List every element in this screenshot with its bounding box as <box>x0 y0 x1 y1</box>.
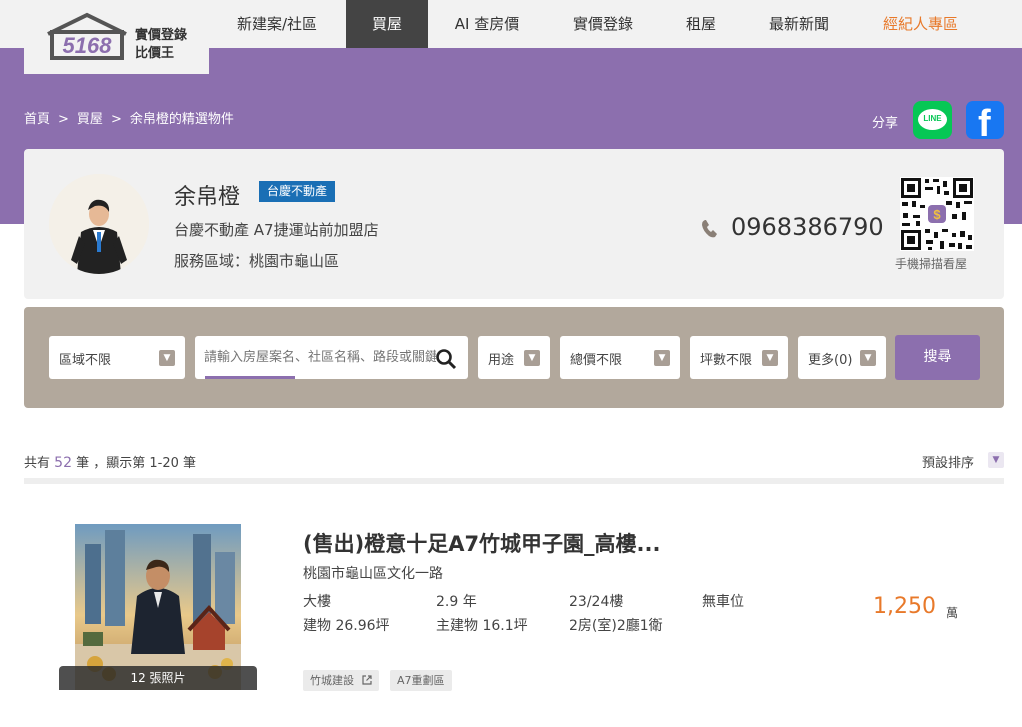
facebook-icon: f <box>978 103 991 139</box>
chevron-down-icon: ▼ <box>654 350 670 366</box>
nav-actual-price[interactable]: 實價登錄 <box>563 0 643 48</box>
listing-parking: 無車位 <box>702 594 744 610</box>
keyword-search-box <box>195 336 468 379</box>
listing-tag-builder-label: 竹城建設 <box>310 674 354 687</box>
sort-select[interactable]: 預設排序 <box>922 452 974 471</box>
search-button[interactable]: 搜尋 <box>895 335 980 380</box>
agent-phone[interactable]: 0968386790 <box>731 213 884 241</box>
agent-service-area: 服務區域：桃園市龜山區 <box>174 252 340 270</box>
listing-floor: 23/24樓 <box>569 594 624 610</box>
chevron-down-icon: ▼ <box>860 350 876 366</box>
listing-address: 桃園市龜山區文化一路 <box>303 566 443 582</box>
region-select[interactable]: 區域不限 ▼ <box>49 336 185 379</box>
listing-building-area: 建物 26.96坪 <box>303 618 390 634</box>
nav-rent[interactable]: 租屋 <box>677 0 725 48</box>
nav-buy[interactable]: 買屋 <box>346 0 428 48</box>
price-select[interactable]: 總價不限 ▼ <box>560 336 680 379</box>
nav-new-projects[interactable]: 新建案/社區 <box>220 0 334 48</box>
logo-number: 5168 <box>63 33 113 58</box>
chevron-down-icon: ▼ <box>159 350 175 366</box>
facebook-share-button[interactable]: f <box>966 101 1004 139</box>
price-select-label: 總價不限 <box>570 353 623 368</box>
line-icon-text: LINE <box>923 114 942 123</box>
listing-layout: 2房(室)2廳1衛 <box>569 618 663 634</box>
keyword-input[interactable] <box>204 347 436 367</box>
chevron-down-icon: ▼ <box>762 350 778 366</box>
search-icon[interactable] <box>435 348 457 370</box>
house-logo-icon: 5168 <box>47 12 127 60</box>
listing-main-area: 主建物 16.1坪 <box>436 618 528 634</box>
nav-news[interactable]: 最新新聞 <box>760 0 838 48</box>
logo-text-line1: 實價登錄 <box>135 28 188 43</box>
logo-text-line2: 比價王 <box>135 46 175 61</box>
chevron-down-icon: ▼ <box>524 350 540 366</box>
agent-card: 余帛橙 台慶不動產 台慶不動產 A7捷運站前加盟店 服務區域：桃園市龜山區 09… <box>24 149 1004 299</box>
qr-code-icon: $ <box>900 177 974 251</box>
listing-tag-district[interactable]: A7重劃區 <box>390 670 452 691</box>
svg-text:$: $ <box>933 207 941 222</box>
listing-title[interactable]: (售出)橙意十足A7竹城甲子園_高樓... <box>303 528 661 558</box>
agent-store: 台慶不動產 A7捷運站前加盟店 <box>174 221 379 239</box>
region-select-label: 區域不限 <box>59 353 112 368</box>
agent-photo-icon <box>49 174 149 274</box>
agent-name: 余帛橙 <box>174 185 241 210</box>
size-select[interactable]: 坪數不限 ▼ <box>690 336 788 379</box>
result-count-range: 筆 ，顯示第 1-20 筆 <box>76 456 197 471</box>
usage-select-label: 用途 <box>488 353 515 368</box>
breadcrumb-buy[interactable]: 買屋 <box>77 112 103 127</box>
keyword-underline <box>205 376 295 379</box>
nav-ai-price[interactable]: AI 查房價 <box>442 0 532 48</box>
line-share-button[interactable]: LINE <box>913 101 952 139</box>
listing-building-type: 大樓 <box>303 594 331 610</box>
listing-price: 1,250 <box>873 594 936 619</box>
breadcrumb-home[interactable]: 首頁 <box>24 112 50 127</box>
results-divider <box>24 478 1004 484</box>
phone-icon <box>702 220 717 238</box>
breadcrumb-current: 余帛橙的精選物件 <box>129 112 234 127</box>
size-select-label: 坪數不限 <box>700 353 753 368</box>
share-label: 分享 <box>872 116 899 131</box>
result-count-prefix: 共有 <box>24 456 51 471</box>
listing-tag-builder[interactable]: 竹城建設 <box>303 670 379 691</box>
nav-agent-zone[interactable]: 經紀人專區 <box>873 0 968 48</box>
usage-select[interactable]: 用途 ▼ <box>478 336 550 379</box>
listing-age: 2.9 年 <box>436 594 477 610</box>
result-count-total: 52 <box>54 455 72 471</box>
breadcrumb-separator: > <box>58 112 69 127</box>
site-logo[interactable]: 5168 實價登錄 比價王 <box>24 0 209 74</box>
photo-count: 12 張照片 <box>59 666 257 690</box>
agent-brand-badge: 台慶不動產 <box>259 181 336 202</box>
more-filters-select[interactable]: 更多(0) ▼ <box>798 336 886 379</box>
breadcrumb: 首頁 > 買屋 > 余帛橙的精選物件 <box>24 108 242 127</box>
more-filters-label: 更多(0) <box>808 353 853 368</box>
qr-caption: 手機掃描看屋 <box>895 257 968 271</box>
result-count: 共有 52 筆 ，顯示第 1-20 筆 <box>24 452 196 471</box>
agent-avatar <box>49 174 149 274</box>
chevron-down-icon[interactable]: ▼ <box>988 452 1004 468</box>
external-link-icon <box>361 675 372 685</box>
search-panel: 區域不限 ▼ 用途 ▼ 總價不限 ▼ 坪數不限 ▼ 更多(0) ▼ 搜尋 <box>24 307 1004 408</box>
listing-price-unit: 萬 <box>946 606 959 620</box>
breadcrumb-separator: > <box>110 112 122 127</box>
